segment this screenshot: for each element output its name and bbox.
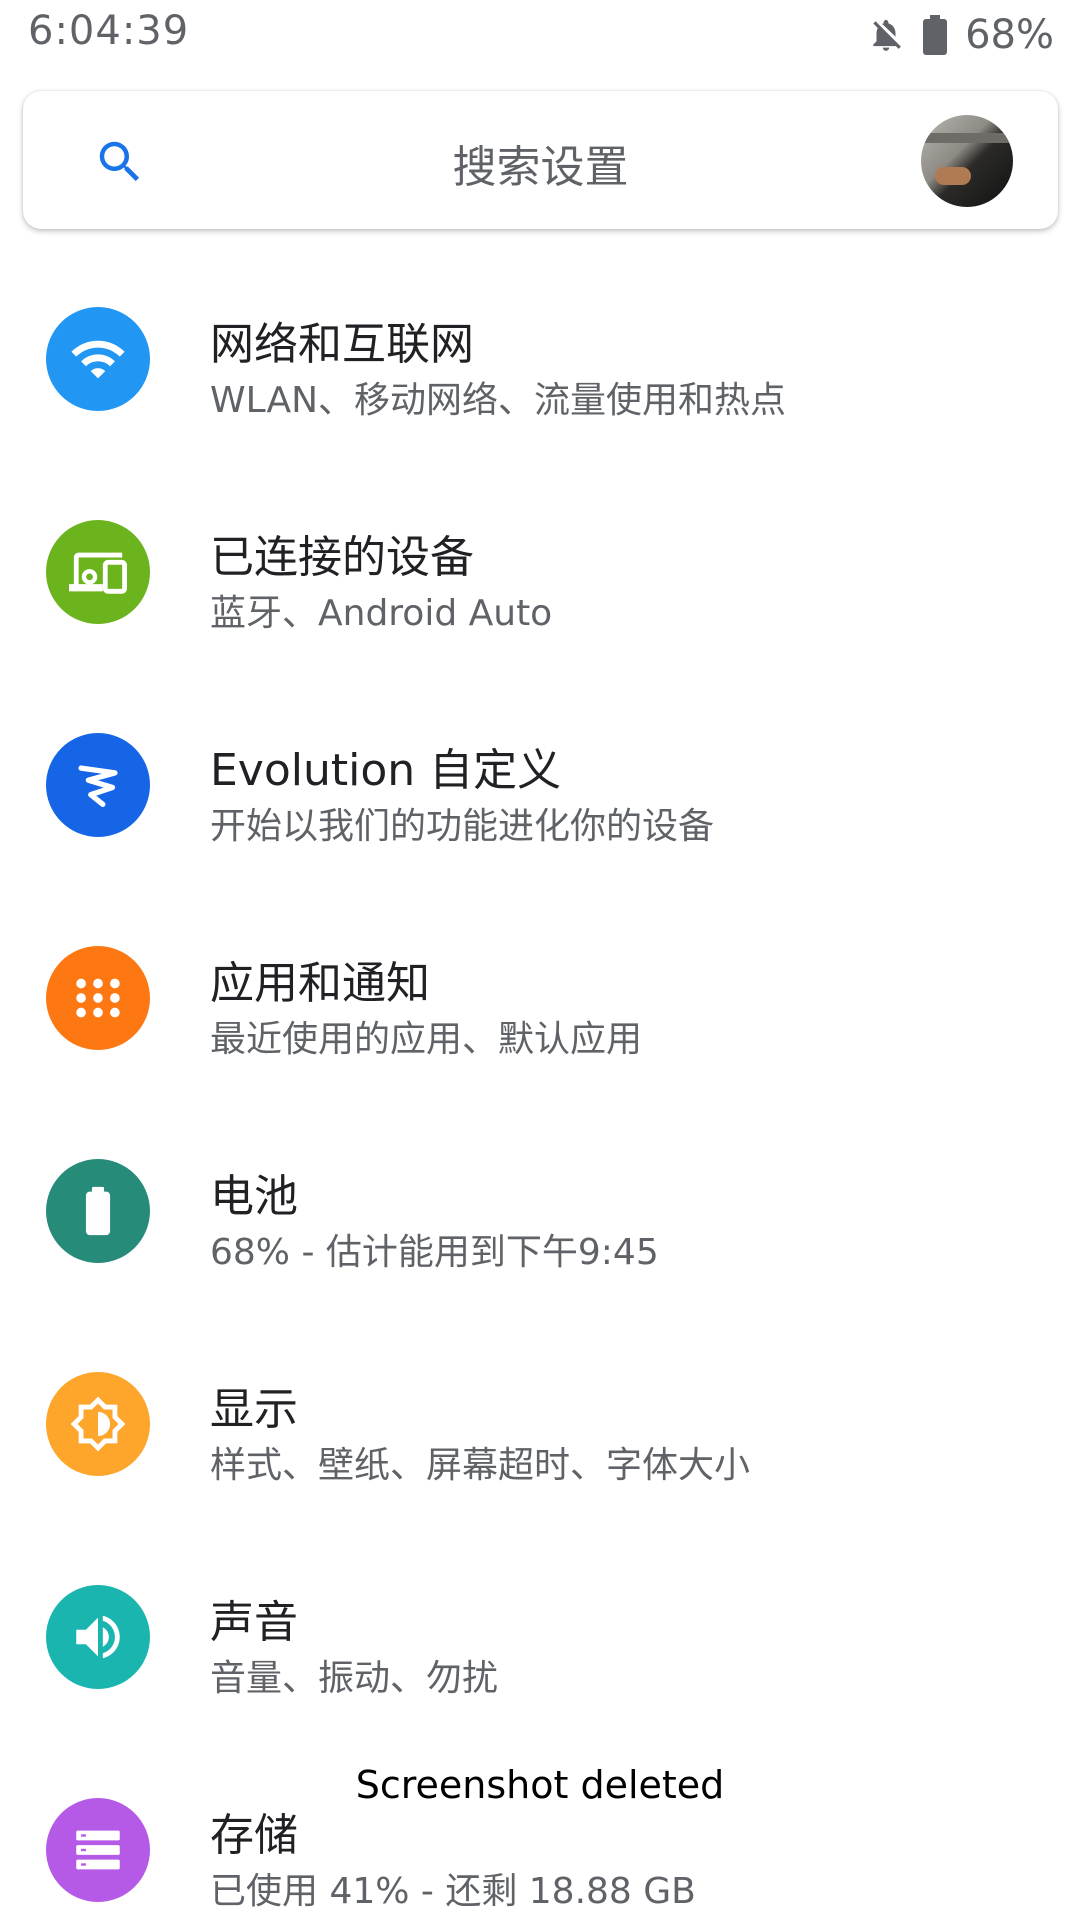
storage-icon — [76, 1830, 120, 1870]
devices-icon-circle — [46, 520, 150, 624]
item-title: 声音 — [210, 1597, 298, 1648]
brightness-icon-circle — [46, 1372, 150, 1476]
notifications-off-icon — [873, 19, 901, 51]
status-bar: 6:04:39 68% — [0, 0, 1080, 70]
item-title: 存储 — [210, 1810, 298, 1861]
battery-percentage: 68% — [965, 12, 1054, 58]
item-subtitle: 音量、振动、勿扰 — [210, 1658, 499, 1699]
search-input[interactable]: 搜索设置 — [23, 131, 1058, 195]
brightness-icon — [70, 1396, 126, 1452]
settings-item-apps[interactable]: 应用和通知 最近使用的应用、默认应用 — [0, 904, 1080, 1117]
settings-screen: 6:04:39 68% 搜索设置 网络和互联网 WLAN、移动网络、流量使用和热… — [0, 0, 1080, 1920]
settings-item-sound[interactable]: 声音 音量、振动、勿扰 — [0, 1543, 1080, 1756]
item-subtitle: 样式、壁纸、屏幕超时、字体大小 — [210, 1445, 751, 1486]
item-title: 显示 — [210, 1384, 298, 1435]
status-time: 6:04:39 — [28, 8, 190, 54]
devices-icon — [69, 552, 127, 594]
apps-grid-icon-circle — [46, 946, 150, 1050]
battery-icon — [923, 15, 948, 55]
settings-item-battery[interactable]: 电池 68% - 估计能用到下午9:45 — [0, 1117, 1080, 1330]
battery-icon-circle — [46, 1159, 150, 1263]
evolution-logo-icon-circle — [46, 733, 150, 837]
settings-item-display[interactable]: 显示 样式、壁纸、屏幕超时、字体大小 — [0, 1330, 1080, 1543]
wifi-icon — [71, 340, 125, 379]
volume-icon — [76, 1615, 120, 1659]
status-icons: 68% — [867, 10, 1054, 60]
storage-icon-circle — [46, 1798, 150, 1902]
item-title: 应用和通知 — [210, 958, 430, 1009]
item-title: Evolution 自定义 — [210, 745, 562, 796]
wifi-icon-circle — [46, 307, 150, 411]
battery-icon — [85, 1186, 111, 1236]
settings-list: 网络和互联网 WLAN、移动网络、流量使用和热点 已连接的设备 蓝牙、Andro… — [0, 265, 1080, 1920]
item-subtitle: 最近使用的应用、默认应用 — [210, 1019, 643, 1060]
apps-grid-icon — [76, 978, 120, 1018]
item-subtitle: WLAN、移动网络、流量使用和热点 — [210, 380, 787, 421]
item-subtitle: 已使用 41% - 还剩 18.88 GB — [210, 1871, 696, 1912]
item-title: 电池 — [210, 1171, 298, 1222]
toast-message: Screenshot deleted — [355, 1763, 725, 1807]
volume-icon-circle — [46, 1585, 150, 1689]
item-subtitle: 开始以我们的功能进化你的设备 — [210, 806, 715, 847]
avatar[interactable] — [921, 115, 1013, 207]
item-subtitle: 68% - 估计能用到下午9:45 — [210, 1232, 659, 1273]
settings-item-connected-devices[interactable]: 已连接的设备 蓝牙、Android Auto — [0, 478, 1080, 691]
settings-item-evolution[interactable]: Evolution 自定义 开始以我们的功能进化你的设备 — [0, 691, 1080, 904]
item-subtitle: 蓝牙、Android Auto — [210, 593, 553, 634]
evolution-logo-icon — [78, 765, 118, 807]
search-bar[interactable]: 搜索设置 — [23, 91, 1058, 229]
settings-item-network[interactable]: 网络和互联网 WLAN、移动网络、流量使用和热点 — [0, 265, 1080, 478]
item-title: 网络和互联网 — [210, 319, 474, 370]
item-title: 已连接的设备 — [210, 532, 474, 583]
